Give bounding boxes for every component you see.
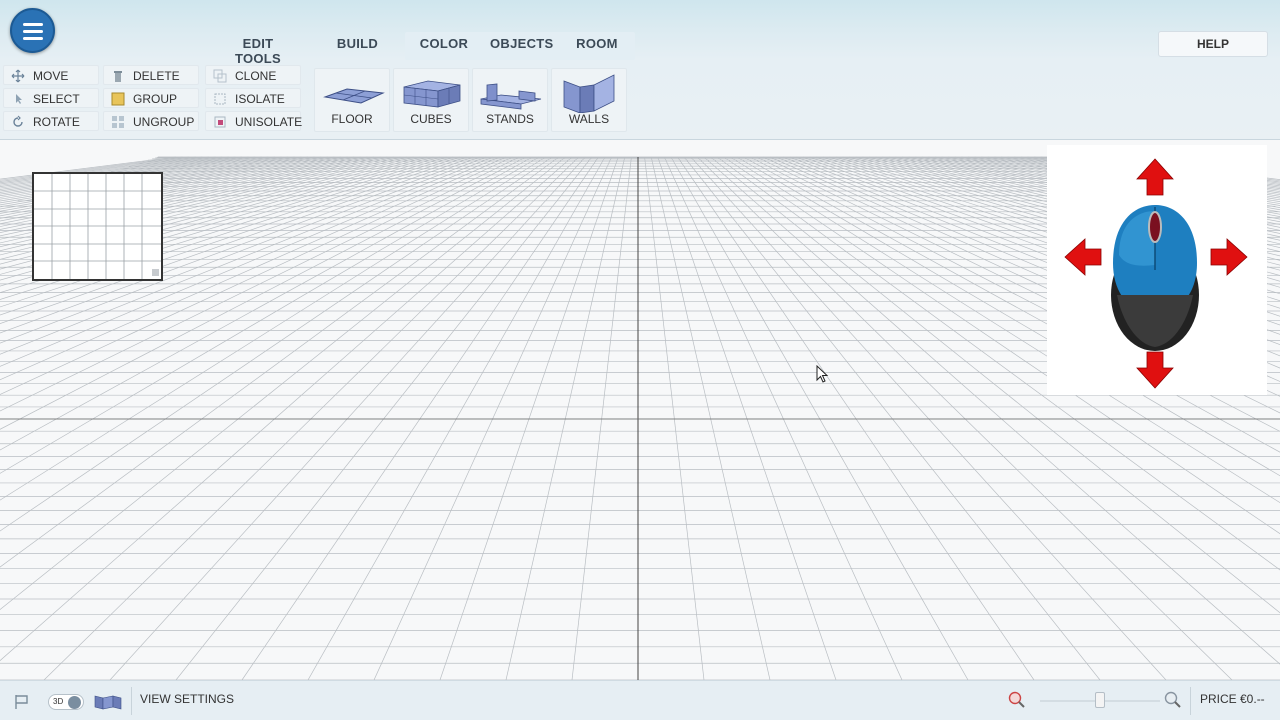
clone-icon <box>213 69 227 83</box>
rotate-icon <box>13 115 23 127</box>
rotate-label: ROTATE <box>33 115 80 129</box>
walls-icon <box>563 74 615 113</box>
view-settings-button[interactable]: VIEW SETTINGS <box>140 692 234 706</box>
top-toolbar: EDIT TOOLS BUILD COLOR OBJECTS ROOM HELP… <box>0 0 1280 140</box>
select-icon <box>16 94 22 104</box>
isolate-button[interactable]: ISOLATE <box>205 88 301 108</box>
minimap[interactable] <box>32 172 163 281</box>
mouse-icon <box>1064 158 1248 389</box>
flag-icon[interactable] <box>13 693 31 711</box>
rotate-button[interactable]: ROTATE <box>3 111 99 131</box>
price-display: PRICE €0.-- <box>1200 692 1265 706</box>
move-label: MOVE <box>33 69 69 83</box>
cursor-icon <box>816 365 829 383</box>
clone-button[interactable]: CLONE <box>205 65 301 85</box>
stands-label: STANDS <box>486 112 534 126</box>
select-button[interactable]: SELECT <box>3 88 99 108</box>
walls-label: WALLS <box>568 112 610 126</box>
help-button[interactable]: HELP <box>1158 31 1268 57</box>
mouse-navigation-help <box>1047 145 1267 395</box>
tab-objects[interactable]: OBJECTS <box>490 36 553 56</box>
unisolate-icon <box>214 116 226 128</box>
walls-view-icon[interactable] <box>93 693 123 711</box>
move-icon <box>11 69 25 83</box>
group-button[interactable]: GROUP <box>103 88 199 108</box>
move-button[interactable]: MOVE <box>3 65 99 85</box>
ungroup-icon <box>112 116 124 128</box>
stands-icon <box>480 83 542 110</box>
isolate-icon <box>214 93 226 105</box>
minimap-grid <box>34 174 161 279</box>
3d-mode-label: 3D <box>53 697 64 706</box>
toggle-knob <box>68 696 81 709</box>
bottom-status-bar: 3D VIEW SETTINGS PRICE €0.-- <box>0 680 1280 720</box>
ungroup-label: UNGROUP <box>133 115 195 129</box>
cubes-icon <box>403 80 461 108</box>
unisolate-label: UNISOLATE <box>235 115 303 129</box>
cubes-button[interactable]: CUBES <box>393 68 469 132</box>
stands-button[interactable]: STANDS <box>472 68 548 132</box>
tab-build[interactable]: BUILD <box>335 36 380 56</box>
cubes-label: CUBES <box>410 112 452 126</box>
group-icon <box>111 92 125 106</box>
3d-mode-toggle[interactable]: 3D <box>48 694 84 710</box>
tab-color[interactable]: COLOR <box>418 36 470 56</box>
menu-button[interactable] <box>10 8 55 53</box>
delete-button[interactable]: DELETE <box>103 65 199 85</box>
walls-button[interactable]: WALLS <box>551 68 627 132</box>
floor-label: FLOOR <box>331 112 373 126</box>
delete-label: DELETE <box>133 69 180 83</box>
zoom-out-icon[interactable] <box>1007 690 1027 710</box>
ungroup-button[interactable]: UNGROUP <box>103 111 199 131</box>
tab-room[interactable]: ROOM <box>573 36 621 56</box>
isolate-label: ISOLATE <box>235 92 285 106</box>
delete-icon <box>114 71 122 82</box>
floor-button[interactable]: FLOOR <box>314 68 390 132</box>
zoom-slider-handle[interactable] <box>1095 692 1105 708</box>
group-label: GROUP <box>133 92 178 106</box>
floor-icon <box>323 88 385 104</box>
divider <box>131 687 132 715</box>
divider <box>1190 687 1191 715</box>
select-label: SELECT <box>33 92 80 106</box>
zoom-in-icon[interactable] <box>1163 690 1183 710</box>
clone-label: CLONE <box>235 69 277 83</box>
unisolate-button[interactable]: UNISOLATE <box>205 111 303 131</box>
tab-edit-tools[interactable]: EDIT TOOLS <box>218 36 298 66</box>
